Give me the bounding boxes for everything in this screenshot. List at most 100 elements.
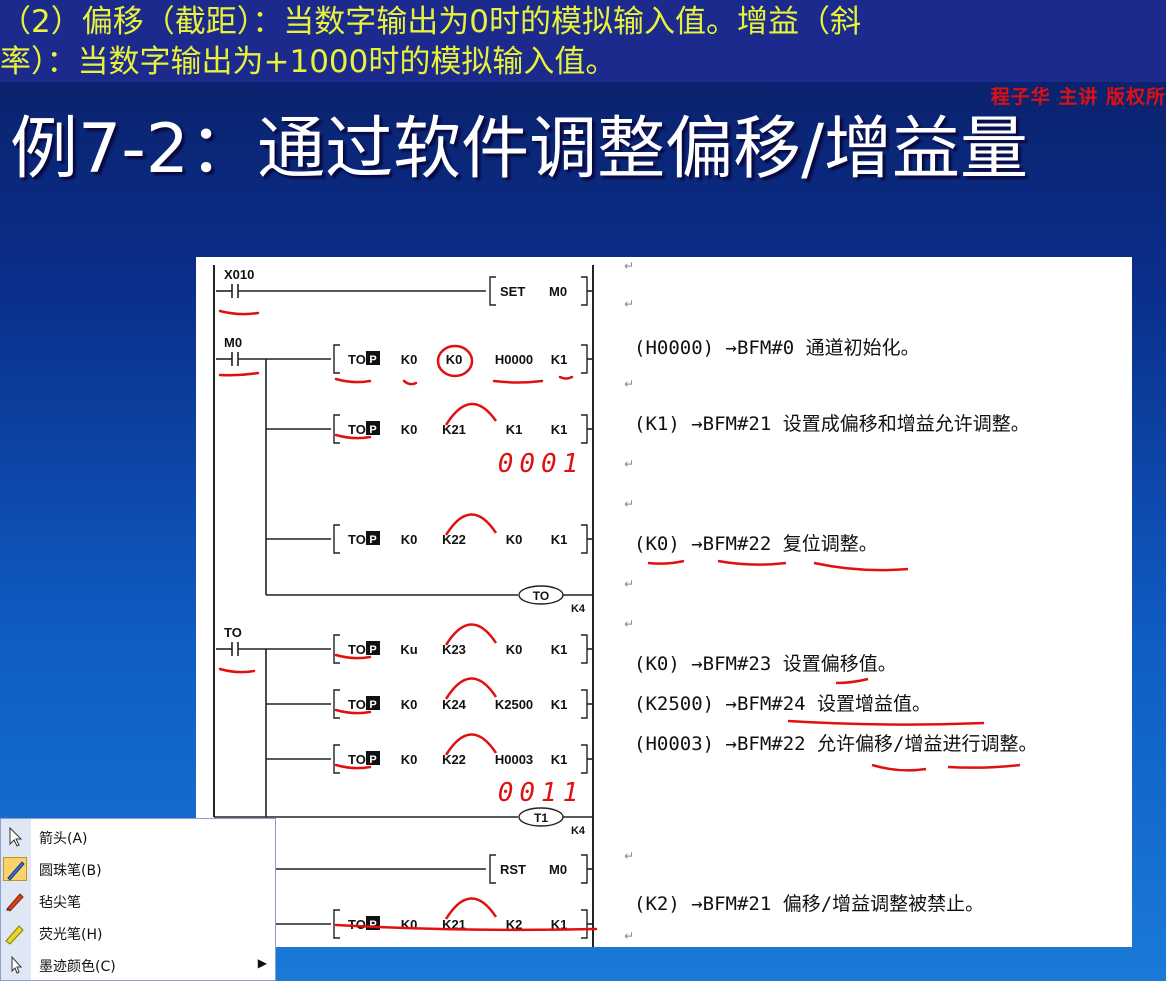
instruction-operand: K0 (506, 642, 523, 657)
instruction-operand: M0 (549, 284, 567, 299)
instruction-bracket (333, 414, 340, 444)
pen-context-menu: 箭头(A) 圆珠笔(B) 毡尖笔 荧光笔(H) 墨迹颜色(C) ▶ (0, 818, 276, 981)
instruction-op: TO (348, 752, 366, 767)
description-line: (K2500) →BFM#24 设置增益值。 (634, 693, 932, 715)
menu-item-ballpoint-pen[interactable]: 圆珠笔(B) (1, 853, 275, 885)
instruction-op: TO (348, 697, 366, 712)
ink-underline (492, 379, 544, 384)
submenu-arrow-icon: ▶ (257, 956, 267, 970)
ink-underline (813, 561, 909, 572)
paragraph-mark: ↵ (624, 617, 635, 631)
handwritten-binary-note: 0001 (498, 449, 585, 479)
instruction-op: TO (348, 422, 366, 437)
felt-tip-pen-icon (3, 889, 27, 913)
handwritten-binary-note: 0011 (498, 778, 585, 808)
ink-color-icon (3, 953, 27, 977)
ink-underline (947, 763, 1021, 769)
banner-line-1: （2）偏移（截距）：当数字输出为0时的模拟输入值。增益（斜 (0, 4, 861, 40)
instruction-operand: K1 (551, 642, 568, 657)
instruction-bracket (581, 344, 588, 374)
instruction-op: TO (348, 917, 366, 932)
paragraph-mark: ↵ (624, 577, 635, 591)
instruction-bracket (581, 854, 588, 884)
instruction-bracket (581, 634, 588, 664)
instruction-operand: K0 (446, 352, 463, 367)
p-suffix-letter: P (369, 644, 376, 656)
instruction-bracket (333, 634, 340, 664)
p-suffix-letter: P (369, 699, 376, 711)
menu-label-ballpoint-pen: 圆珠笔(B) (39, 863, 102, 879)
instruction-operand: Ku (400, 642, 417, 657)
instruction-operand: K0 (401, 352, 418, 367)
instruction-operand: K1 (551, 752, 568, 767)
instruction-operand: K0 (506, 532, 523, 547)
slide-title: 例7-2：通过软件调整偏移/增益量 (10, 110, 1028, 189)
ink-underline (835, 677, 869, 685)
instruction-operand: K1 (551, 697, 568, 712)
paragraph-mark: ↵ (624, 849, 635, 863)
ink-underline (647, 559, 685, 565)
menu-label-felt-tip-pen: 毡尖笔 (39, 895, 81, 911)
instruction-operand: K0 (401, 697, 418, 712)
menu-item-felt-tip-pen[interactable]: 毡尖笔 (1, 885, 275, 917)
instruction-op: TO (348, 642, 366, 657)
description-line: (K0) →BFM#22 复位调整。 (634, 533, 878, 555)
instruction-operand: K0 (401, 532, 418, 547)
ink-arc (444, 677, 498, 700)
instruction-op: RST (500, 862, 526, 877)
ladder-document: X010 M0 TO SET M0 TO P K0 K0 H0000 K1 TO P K0 K21 K1 K1 T… (196, 257, 1132, 947)
ink-underline (402, 379, 418, 386)
instruction-bracket (581, 689, 588, 719)
instruction-operand: M0 (549, 862, 567, 877)
ink-underline (218, 667, 256, 674)
instruction-bracket (333, 344, 340, 374)
paragraph-mark: ↵ (624, 259, 635, 273)
instruction-bracket (581, 414, 588, 444)
menu-item-highlighter[interactable]: 荧光笔(H) (1, 917, 275, 949)
highlighter-icon (3, 921, 27, 945)
instruction-operand: K0 (401, 752, 418, 767)
ink-underline (717, 559, 787, 566)
instruction-bracket (581, 744, 588, 774)
menu-label-arrow: 箭头(A) (39, 831, 88, 847)
ballpoint-pen-icon (3, 857, 27, 881)
paragraph-mark: ↵ (624, 297, 635, 311)
instruction-operand: K1 (551, 532, 568, 547)
instruction-operand: K1 (506, 422, 523, 437)
description-line: (H0000) →BFM#0 通道初始化。 (634, 337, 920, 359)
menu-label-ink-color: 墨迹颜色(C) (39, 959, 116, 975)
instruction-bracket (489, 276, 496, 306)
timer-constant: K4 (571, 825, 586, 837)
instruction-bracket (581, 276, 588, 306)
instruction-op: TO (348, 532, 366, 547)
ink-underline (334, 377, 372, 384)
p-suffix-letter: P (369, 919, 376, 931)
instruction-operand: K0 (401, 917, 418, 932)
instruction-bracket (581, 909, 588, 939)
instruction-operand: H0003 (495, 752, 533, 767)
description-line: (K2) →BFM#21 偏移/增益调整被禁止。 (634, 893, 985, 915)
instruction-bracket (333, 524, 340, 554)
menu-item-arrow[interactable]: 箭头(A) (1, 821, 275, 853)
instruction-bracket (333, 689, 340, 719)
instruction-operand: K1 (551, 422, 568, 437)
menu-item-ink-color[interactable]: 墨迹颜色(C) ▶ (1, 949, 275, 981)
ink-underline (871, 763, 927, 772)
p-suffix-letter: P (369, 354, 376, 366)
instruction-op: TO (348, 352, 366, 367)
instruction-bracket (489, 854, 496, 884)
instruction-operand: K0 (401, 422, 418, 437)
instruction-operand: K1 (551, 352, 568, 367)
p-suffix-letter: P (369, 534, 376, 546)
ink-arc (444, 897, 498, 920)
timer-name: TO (533, 589, 549, 603)
paragraph-mark: ↵ (624, 457, 635, 471)
ink-underline (787, 719, 985, 726)
description-line: (K1) →BFM#21 设置成偏移和增益允许调整。 (634, 413, 1030, 435)
ink-underline (218, 371, 260, 377)
contact-label: M0 (224, 335, 242, 350)
contact-label: TO (224, 625, 242, 640)
instruction-bracket (581, 524, 588, 554)
instruction-operand: K2500 (495, 697, 533, 712)
paragraph-mark: ↵ (624, 377, 635, 391)
